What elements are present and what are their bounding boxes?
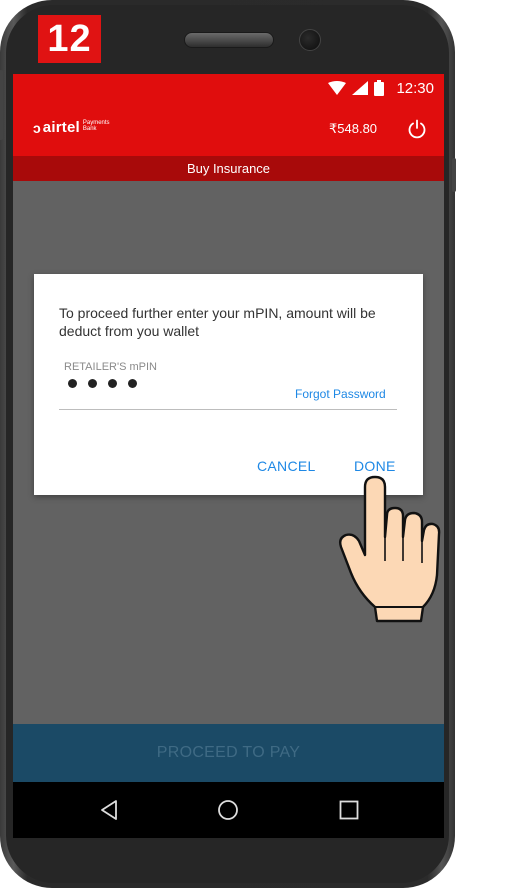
app-bar: ↄ airtel Payments Bank ₹548.80: [13, 102, 444, 156]
step-number-badge: 12: [38, 15, 101, 63]
wifi-icon: [328, 81, 347, 95]
logo-word: airtel: [42, 119, 80, 136]
mpin-dot: [108, 379, 117, 388]
signal-icon: [352, 81, 369, 95]
airtel-payments-bank-logo: ↄ airtel Payments Bank: [33, 119, 110, 136]
mpin-input[interactable]: [68, 379, 137, 388]
recents-icon[interactable]: [337, 798, 361, 822]
pointing-hand-icon: [338, 475, 441, 623]
input-underline: [59, 409, 397, 410]
phone-screen: 12:30 ↄ airtel Payments Bank ₹548.80 Buy…: [13, 74, 444, 782]
mpin-dot: [128, 379, 137, 388]
battery-icon: [374, 80, 385, 96]
phone-speaker: [184, 32, 274, 48]
back-icon[interactable]: [97, 798, 121, 822]
wallet-balance: ₹548.80: [329, 121, 378, 136]
done-button[interactable]: DONE: [354, 458, 396, 474]
status-icons: 12:30: [328, 78, 434, 98]
mpin-dialog: To proceed further enter your mPIN, amou…: [34, 274, 423, 495]
android-nav-bar: [13, 782, 444, 838]
side-button: [0, 70, 3, 140]
mpin-label: RETAILER'S mPIN: [64, 361, 157, 373]
home-icon[interactable]: [216, 798, 240, 822]
mpin-dot: [68, 379, 77, 388]
logo-subtitle: Payments Bank: [83, 120, 110, 132]
dialog-message: To proceed further enter your mPIN, amou…: [59, 305, 376, 339]
power-icon[interactable]: [407, 119, 427, 139]
page-title: Buy Insurance: [13, 156, 444, 181]
status-time: 12:30: [396, 79, 434, 97]
phone-camera: [299, 29, 321, 51]
status-bar: 12:30: [13, 74, 444, 102]
side-button: [452, 158, 456, 192]
cancel-button[interactable]: CANCEL: [257, 458, 316, 474]
mpin-dot: [88, 379, 97, 388]
logo-sub-line2: Bank: [82, 125, 97, 132]
forgot-password-link[interactable]: Forgot Password: [295, 387, 386, 401]
airtel-swirl-icon: ↄ: [33, 119, 41, 136]
proceed-to-pay-button[interactable]: PROCEED TO PAY: [13, 724, 444, 782]
